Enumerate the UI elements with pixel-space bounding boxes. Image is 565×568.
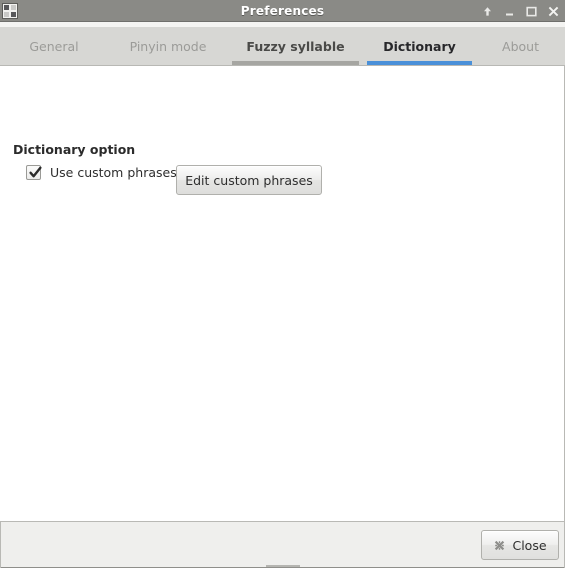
tab-fuzzy-syllable-label: Fuzzy syllable — [246, 38, 345, 54]
tab-general[interactable]: General — [0, 27, 108, 65]
close-button[interactable]: Close — [481, 530, 559, 560]
tab-pinyin-mode[interactable]: Pinyin mode — [108, 27, 228, 65]
use-custom-phrases-checkbox[interactable] — [26, 165, 42, 180]
tab-about-label: About — [502, 38, 539, 54]
dictionary-tab-panel: Dictionary option Use custom phrases Edi… — [0, 66, 565, 521]
tab-pinyin-mode-label: Pinyin mode — [129, 38, 207, 54]
minimize-icon — [506, 13, 513, 15]
close-cross-icon — [495, 540, 505, 550]
tab-dictionary-label: Dictionary — [383, 38, 456, 54]
edit-custom-phrases-button[interactable]: Edit custom phrases — [176, 165, 322, 195]
dialog-action-bar: Close — [0, 521, 565, 568]
use-custom-phrases-row[interactable]: Use custom phrases — [26, 165, 177, 180]
preferences-tabstrip: General Pinyin mode Fuzzy syllable Dicti… — [0, 27, 565, 66]
edit-custom-phrases-button-label: Edit custom phrases — [185, 172, 313, 188]
section-title-dictionary-option: Dictionary option — [13, 142, 136, 157]
window-titlebar[interactable]: Preferences — [0, 0, 565, 22]
tab-fuzzy-syllable[interactable]: Fuzzy syllable — [228, 27, 363, 65]
window-controls — [481, 0, 560, 22]
tab-about[interactable]: About — [476, 27, 565, 65]
tab-general-label: General — [29, 38, 79, 54]
tab-fuzzy-syllable-underline — [232, 61, 359, 65]
close-window-button[interactable] — [547, 5, 560, 18]
maximize-icon — [526, 6, 537, 16]
close-x-icon — [548, 6, 559, 16]
minimize-window-button[interactable] — [503, 5, 516, 18]
maximize-window-button[interactable] — [525, 5, 538, 18]
tab-dictionary-underline — [367, 61, 472, 65]
close-button-label: Close — [512, 537, 547, 553]
tab-dictionary[interactable]: Dictionary — [363, 27, 476, 65]
preferences-window: Preferences General Pinyin mode Fuzzy sy… — [0, 0, 565, 568]
app-squares-icon — [2, 3, 18, 19]
checkmark-icon — [29, 166, 42, 178]
use-custom-phrases-label: Use custom phrases — [50, 165, 177, 180]
shade-window-button[interactable] — [481, 5, 494, 18]
up-arrow-icon — [484, 6, 491, 16]
